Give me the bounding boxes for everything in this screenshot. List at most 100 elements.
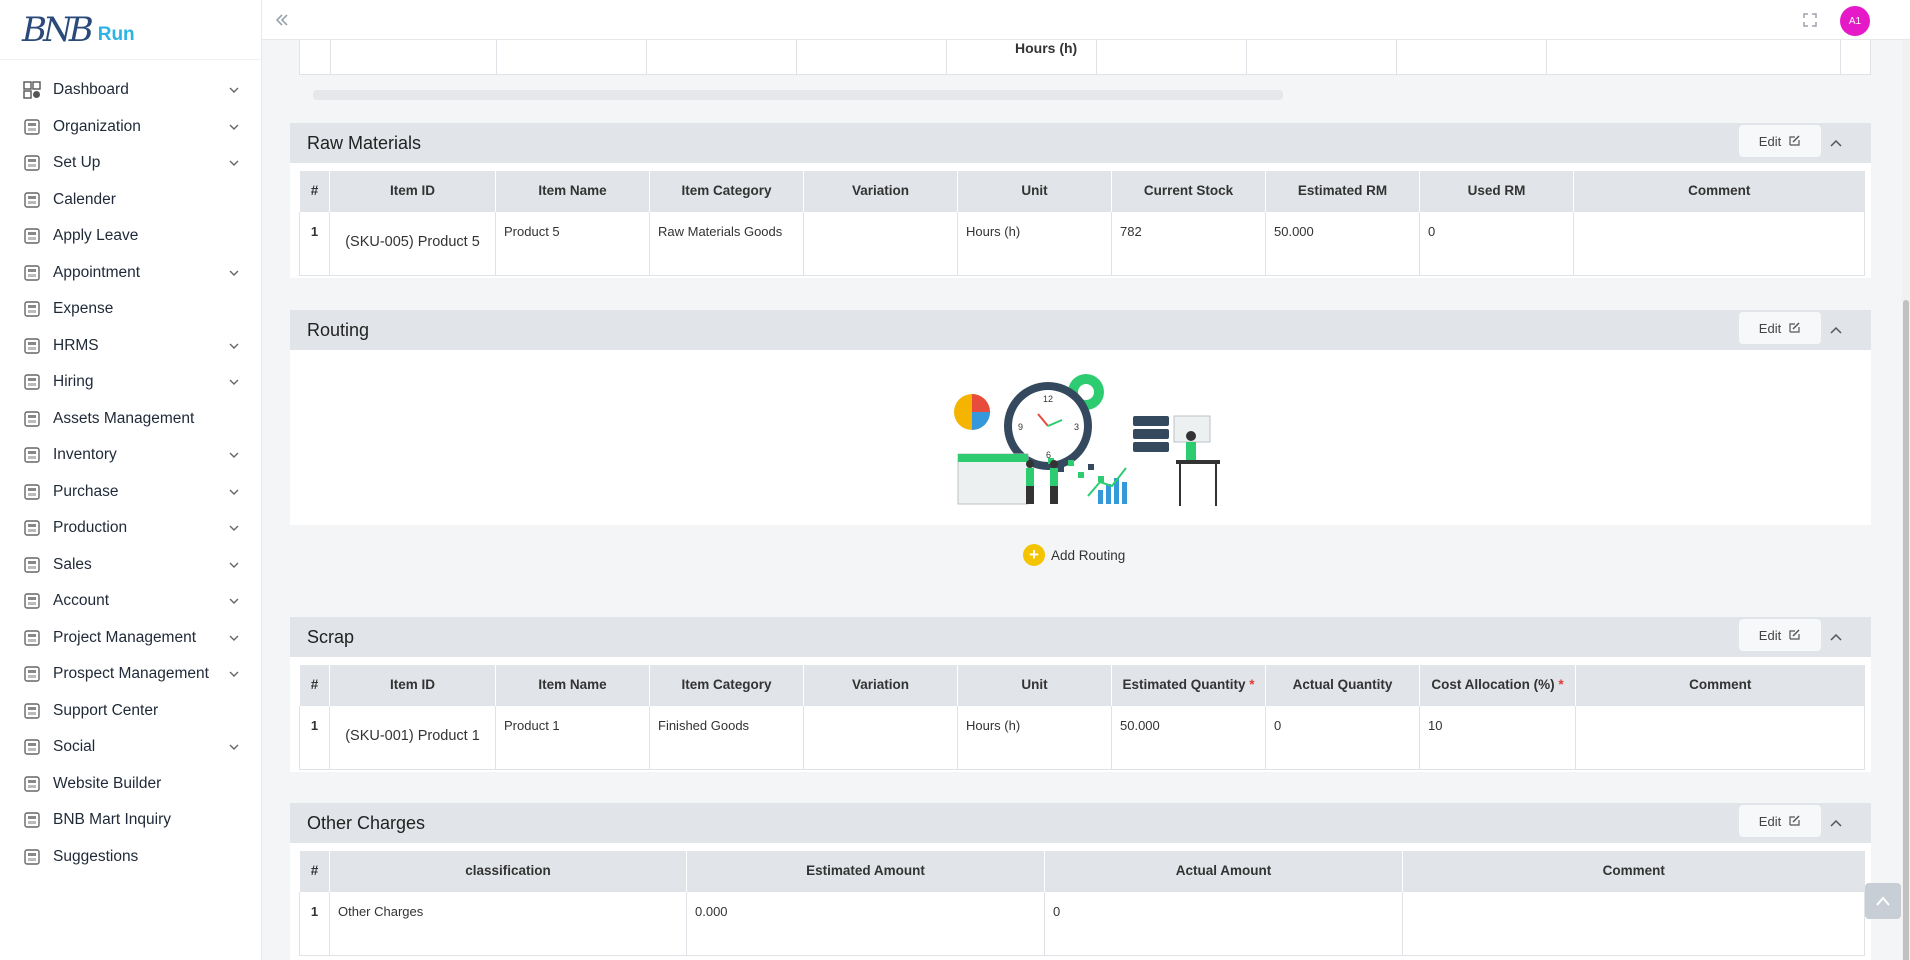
chevron-down-icon[interactable] — [229, 742, 239, 752]
sidebar-item-label: Purchase — [53, 482, 119, 500]
sidebar-item-label: Production — [53, 519, 128, 537]
brand-mark: BNB — [22, 9, 94, 50]
sidebar-item-purchase[interactable]: Purchase — [0, 474, 261, 511]
section-title: Other Charges — [307, 812, 426, 833]
chevron-down-icon[interactable] — [229, 633, 239, 643]
column-header-label: Actual Amount — [1175, 863, 1272, 879]
sidebar-item-label: Set Up — [53, 154, 101, 172]
chevron-down-icon[interactable] — [229, 158, 239, 168]
table-cell: Other Charges — [329, 890, 687, 956]
edit-icon — [1789, 321, 1801, 336]
scroll-to-top-button[interactable] — [1865, 883, 1901, 919]
table-cell — [1575, 704, 1865, 770]
sidebar-item-label: HRMS — [53, 336, 99, 354]
sidebar-item-hiring[interactable]: Hiring — [0, 364, 261, 401]
collapse-chevron-up-icon[interactable] — [1826, 320, 1846, 340]
chevron-down-icon[interactable] — [229, 560, 239, 570]
assets-icon — [22, 409, 42, 429]
sidebar-item-set-up[interactable]: Set Up — [0, 145, 261, 182]
column-header: Used RM — [1419, 171, 1574, 211]
sidebar-item-inventory[interactable]: Inventory — [0, 437, 261, 474]
table-row[interactable]: 1 (SKU-005) Product 5 Product 5 Raw Materia… — [299, 210, 1865, 276]
user-avatar[interactable]: A1 — [1840, 6, 1870, 36]
chevron-down-icon[interactable] — [229, 450, 239, 460]
sidebar-item-production[interactable]: Production — [0, 510, 261, 547]
column-header: Item Name — [495, 665, 650, 705]
vertical-scrollbar[interactable] — [1902, 40, 1910, 960]
column-header: # — [299, 665, 330, 705]
table-header-row: # classification Estimated Amount Actual Am… — [299, 851, 1865, 891]
column-header: Current Stock — [1111, 171, 1266, 211]
column-header-label: Estimated Amount — [806, 863, 925, 879]
table-cell: (SKU-001) Product 1 — [329, 704, 496, 770]
sidebar-item-bnb-mart-inquiry[interactable]: BNB Mart Inquiry — [0, 802, 261, 839]
sidebar-item-label: Social — [53, 738, 96, 756]
column-header: Item ID — [329, 665, 496, 705]
chevron-down-icon[interactable] — [229, 669, 239, 679]
sidebar-item-expense[interactable]: Expense — [0, 291, 261, 328]
table-row[interactable]: 1 Other Charges 0.000 0 — [299, 890, 1865, 956]
sidebar-item-assets-management[interactable]: Assets Management — [0, 401, 261, 438]
sidebar-item-label: Suggestions — [53, 847, 139, 865]
table-row[interactable]: 1 (SKU-001) Product 1 Product 1 Finished Go… — [299, 704, 1865, 770]
scrollbar-thumb[interactable] — [1903, 300, 1909, 960]
sidebar-item-sales[interactable]: Sales — [0, 547, 261, 584]
edit-icon — [1789, 814, 1801, 829]
collapse-chevron-up-icon[interactable] — [1826, 133, 1846, 153]
edit-raw-materials-button[interactable]: Edit — [1739, 125, 1821, 157]
column-header: Estimated Quantity * — [1111, 665, 1266, 705]
sidebar-item-website-builder[interactable]: Website Builder — [0, 766, 261, 803]
sidebar-item-organization[interactable]: Organization — [0, 109, 261, 146]
sidebar-item-apply-leave[interactable]: Apply Leave — [0, 218, 261, 255]
chevron-down-icon[interactable] — [229, 122, 239, 132]
sidebar-item-account[interactable]: Account — [0, 583, 261, 620]
sidebar-item-suggestions[interactable]: Suggestions — [0, 839, 261, 876]
table-cell: 1 — [299, 890, 330, 956]
column-header-label: # — [310, 183, 319, 199]
toggle-icon — [22, 847, 42, 867]
sidebar-item-prospect-management[interactable]: Prospect Management — [0, 656, 261, 693]
chevron-down-icon[interactable] — [229, 596, 239, 606]
column-header: Cost Allocation (%) * — [1419, 665, 1576, 705]
collapse-chevron-up-icon[interactable] — [1826, 627, 1846, 647]
hiring-icon — [22, 372, 42, 392]
sidebar-item-social[interactable]: Social — [0, 729, 261, 766]
sidebar-item-appointment[interactable]: Appointment — [0, 255, 261, 292]
sidebar-item-support-center[interactable]: Support Center — [0, 693, 261, 730]
edit-icon — [1789, 628, 1801, 643]
edit-label: Edit — [1758, 627, 1782, 643]
horizontal-scrollbar[interactable] — [313, 90, 1283, 100]
sidebar-item-dashboard[interactable]: Dashboard — [0, 72, 261, 109]
chevron-down-icon[interactable] — [229, 341, 239, 351]
add-routing-label: Add Routing — [1051, 547, 1126, 563]
column-header: Item Category — [649, 665, 804, 705]
edit-routing-button[interactable]: Edit — [1739, 312, 1821, 344]
edit-label: Edit — [1758, 813, 1782, 829]
brand-logo[interactable]: BNB Run — [0, 0, 261, 60]
table-cell: 0 — [1419, 210, 1574, 276]
sidebar-item-project-management[interactable]: Project Management — [0, 620, 261, 657]
dashboard-icon — [22, 80, 42, 100]
chevron-down-icon[interactable] — [229, 487, 239, 497]
chevron-down-icon[interactable] — [229, 377, 239, 387]
collapse-chevron-up-icon[interactable] — [1826, 813, 1846, 833]
clock-number-3: 3 — [1074, 422, 1079, 432]
sidebar-item-hrms[interactable]: HRMS — [0, 328, 261, 365]
chevron-down-icon[interactable] — [229, 523, 239, 533]
collapse-sidebar-icon[interactable] — [262, 0, 302, 40]
sidebar-item-label: Project Management — [53, 628, 197, 646]
sidebar-item-calender[interactable]: Calender — [0, 182, 261, 219]
sidebar-item-label: Calender — [53, 190, 116, 208]
edit-other-charges-button[interactable]: Edit — [1739, 805, 1821, 837]
chevron-down-icon[interactable] — [229, 85, 239, 95]
chevron-down-icon[interactable] — [229, 268, 239, 278]
add-routing-button[interactable]: + Add Routing — [1023, 544, 1125, 566]
sidebar-item-label: Website Builder — [53, 774, 162, 792]
fullscreen-icon[interactable] — [1802, 12, 1818, 28]
section-title: Routing — [307, 319, 370, 340]
raw-materials-section: Raw Materials Edit # Item ID Item Name Item… — [290, 123, 1871, 278]
sidebar-item-label: Support Center — [53, 701, 159, 719]
table-cell: (SKU-005) Product 5 — [329, 210, 496, 276]
edit-scrap-button[interactable]: Edit — [1739, 619, 1821, 651]
table-cell — [803, 704, 958, 770]
